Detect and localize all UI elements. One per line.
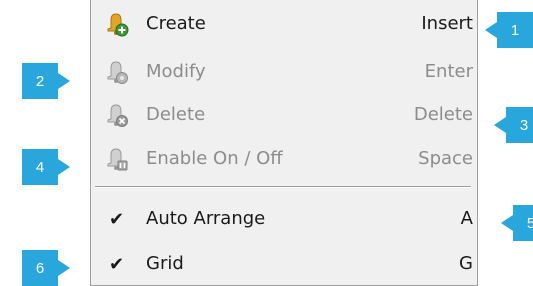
menu-item-label: Grid <box>146 253 184 274</box>
delete-bell-icon <box>103 102 129 128</box>
menu-item-label: Modify <box>146 61 206 82</box>
menu-item-label: Auto Arrange <box>146 208 266 229</box>
menu-item-auto-arrange[interactable]: ✔ Auto Arrange A <box>91 197 477 241</box>
callout-2: 2 <box>22 63 70 99</box>
menu-item-label: Enable On / Off <box>146 148 283 169</box>
callout-5: 5 <box>501 205 533 241</box>
menu-item-shortcut: G <box>459 253 473 274</box>
menu-item-shortcut: A <box>460 208 473 229</box>
menu-item-shortcut: Insert <box>421 13 473 34</box>
context-menu: Create Insert Modify Enter Delete Delete <box>90 0 478 286</box>
callout-6: 6 <box>22 250 70 286</box>
enable-bell-icon <box>103 146 129 172</box>
callout-1: 1 <box>485 12 533 48</box>
menu-item-label: Create <box>146 13 206 34</box>
menu-item-label: Delete <box>146 104 206 125</box>
menu-item-create[interactable]: Create Insert <box>91 2 477 46</box>
check-icon: ✔ <box>109 209 125 230</box>
menu-item-delete[interactable]: Delete Delete <box>91 93 477 137</box>
create-bell-icon <box>103 11 129 37</box>
menu-item-grid[interactable]: ✔ Grid G <box>91 242 477 286</box>
callout-3: 3 <box>494 107 533 143</box>
modify-bell-icon <box>103 59 129 85</box>
menu-item-shortcut: Delete <box>413 104 473 125</box>
menu-item-enable-on-off[interactable]: Enable On / Off Space <box>91 137 477 181</box>
menu-item-shortcut: Enter <box>424 61 473 82</box>
menu-separator <box>95 186 471 188</box>
menu-item-shortcut: Space <box>418 148 473 169</box>
menu-item-modify[interactable]: Modify Enter <box>91 50 477 94</box>
callout-4: 4 <box>22 149 70 185</box>
check-icon: ✔ <box>109 254 125 275</box>
